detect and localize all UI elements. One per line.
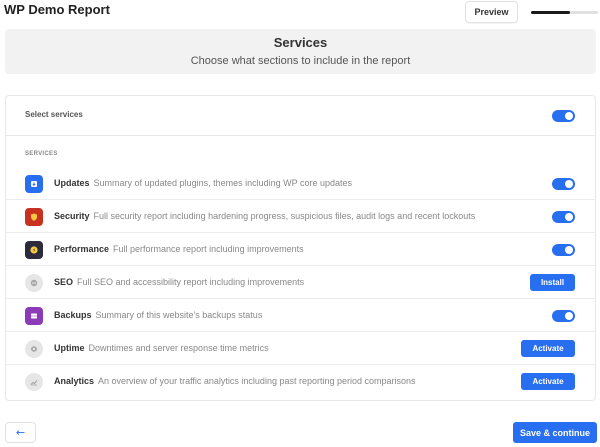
service-name: Backups: [54, 310, 92, 320]
performance-icon: [25, 241, 43, 259]
analytics-activate-button[interactable]: Activate: [521, 373, 575, 390]
service-description: Summary of this website's backups status: [95, 310, 263, 320]
service-name: Updates: [54, 178, 90, 188]
select-services-row: Select services: [6, 96, 595, 136]
backups-toggle[interactable]: [552, 310, 575, 322]
backups-icon: [25, 307, 43, 325]
service-row-seo: SEO Full SEO and accessibility report inc…: [6, 266, 595, 299]
seo-install-button[interactable]: Install: [530, 274, 575, 291]
step-title: Services: [273, 35, 328, 50]
service-row-uptime: Uptime Downtimes and server response time…: [6, 332, 595, 365]
wizard-progress-fill: [531, 11, 570, 14]
toggle-knob: [565, 112, 573, 120]
service-description: Full performance report including improv…: [113, 244, 304, 254]
toggle-knob: [565, 246, 573, 254]
analytics-icon: [25, 373, 43, 391]
toggle-knob: [565, 213, 573, 221]
seo-icon: [25, 274, 43, 292]
updates-icon: [25, 175, 43, 193]
service-row-performance: Performance Full performance report inclu…: [6, 233, 595, 266]
performance-toggle[interactable]: [552, 244, 575, 256]
service-name: Uptime: [54, 343, 85, 353]
toggle-knob: [565, 180, 573, 188]
service-description: An overview of your traffic analytics in…: [98, 376, 416, 386]
preview-button[interactable]: Preview: [465, 1, 518, 23]
select-services-label: Select services: [25, 110, 83, 119]
services-section-label: SERVICES: [25, 151, 58, 157]
service-name: Analytics: [54, 376, 95, 386]
service-name: Performance: [54, 244, 110, 254]
service-row-analytics: Analytics An overview of your traffic ana…: [6, 365, 595, 398]
service-text: SEO Full SEO and accessibility report inc…: [54, 277, 304, 287]
service-name: Security: [54, 211, 90, 221]
service-description: Downtimes and server response time metri…: [88, 343, 269, 353]
service-text: Backups Summary of this website's backups…: [54, 310, 262, 320]
select-services-toggle[interactable]: [552, 110, 575, 122]
service-text: Uptime Downtimes and server response time…: [54, 343, 269, 353]
wizard-progress-bar: [531, 11, 598, 14]
uptime-activate-button[interactable]: Activate: [521, 340, 575, 357]
service-row-security: Security Full security report including h…: [6, 200, 595, 233]
service-description: Full security report including hardening…: [93, 211, 476, 221]
save-continue-button[interactable]: Save & continue: [513, 422, 597, 443]
service-text: Analytics An overview of your traffic ana…: [54, 376, 416, 386]
service-row-backups: Backups Summary of this website's backups…: [6, 299, 595, 332]
service-text: Updates Summary of updated plugins, theme…: [54, 178, 352, 188]
service-description: Summary of updated plugins, themes inclu…: [93, 178, 352, 188]
security-toggle[interactable]: [552, 211, 575, 223]
service-row-updates: Updates Summary of updated plugins, theme…: [6, 167, 595, 200]
services-card: Select services SERVICES Updates Summary …: [5, 95, 596, 401]
step-subtitle: Choose what sections to include in the r…: [190, 55, 411, 67]
service-text: Performance Full performance report inclu…: [54, 244, 304, 254]
service-name: SEO: [54, 277, 74, 287]
back-button[interactable]: ←: [5, 422, 36, 443]
step-header: Services Choose what sections to include…: [5, 29, 596, 74]
service-text: Security Full security report including h…: [54, 211, 475, 221]
updates-toggle[interactable]: [552, 178, 575, 190]
service-description: Full SEO and accessibility report includ…: [77, 277, 305, 287]
page-title: WP Demo Report: [4, 2, 110, 17]
toggle-knob: [565, 312, 573, 320]
uptime-icon: [25, 340, 43, 358]
top-bar: WP Demo Report Preview: [0, 0, 600, 26]
security-icon: [25, 208, 43, 226]
